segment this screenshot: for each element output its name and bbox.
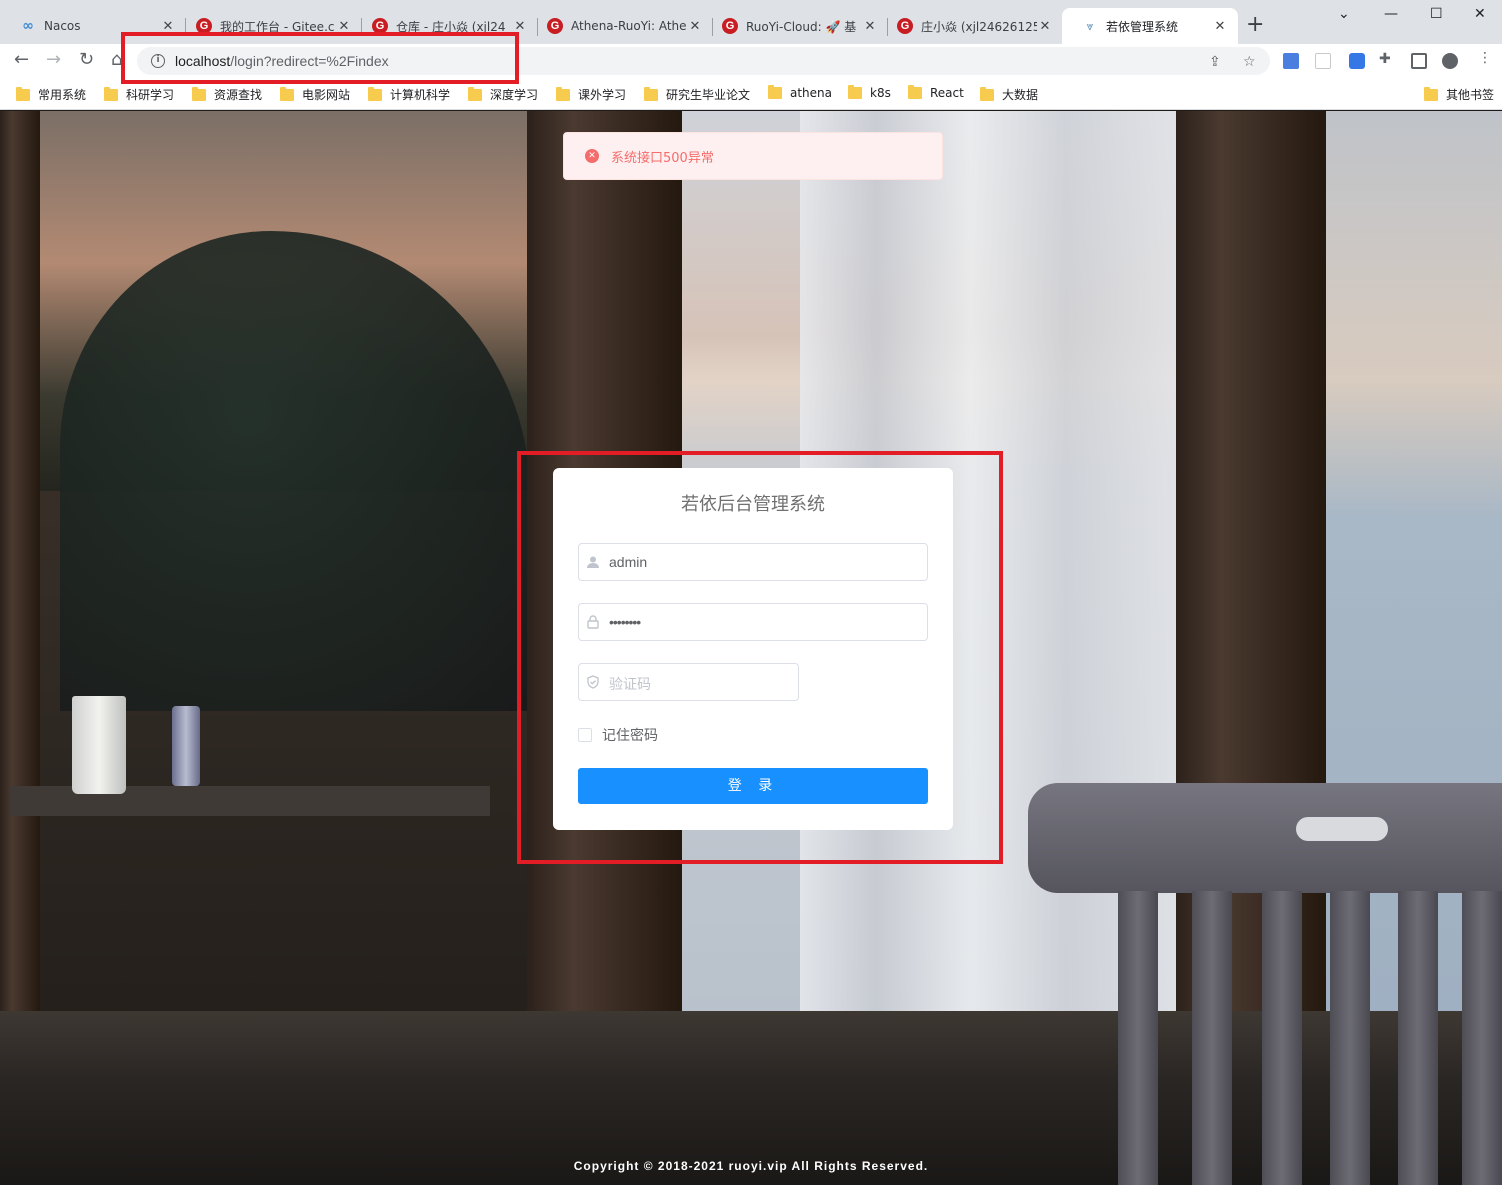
close-icon[interactable]: ✕ <box>1037 19 1053 34</box>
folder-icon <box>280 86 294 101</box>
folder-icon <box>980 86 994 101</box>
close-icon[interactable]: ✕ <box>862 19 878 34</box>
background-photo-chair-slat <box>1192 891 1232 1185</box>
tab-ruoyi-cloud[interactable]: G RuoYi-Cloud: 🚀 基 ✕ <box>702 8 888 44</box>
bookmark-folder[interactable]: React <box>908 85 964 100</box>
background-photo-chair-slat <box>1262 891 1302 1185</box>
bookmark-folder[interactable]: k8s <box>848 85 891 100</box>
tab-title: Athena-RuoYi: Athe <box>571 19 687 33</box>
background-photo-chair <box>1028 783 1502 893</box>
notification-extension-icon[interactable] <box>1349 53 1365 69</box>
bookmark-folder[interactable]: 课外学习 <box>556 86 626 103</box>
folder-icon <box>644 86 658 101</box>
bookmark-star-icon[interactable]: ☆ <box>1243 54 1256 70</box>
bookmark-folder[interactable]: athena <box>768 85 832 100</box>
folder-icon <box>848 85 862 99</box>
annotation-box-login <box>517 451 1003 864</box>
translate-extension-icon[interactable] <box>1283 53 1299 69</box>
tab-search-icon[interactable]: ⌄ <box>1338 6 1350 22</box>
tab-title: RuoYi-Cloud: 🚀 基 <box>746 19 857 34</box>
back-icon[interactable]: ← <box>14 50 29 70</box>
close-icon[interactable]: ✕ <box>687 19 703 34</box>
side-panel-icon[interactable] <box>1411 53 1427 69</box>
folder-icon <box>192 86 206 101</box>
folder-icon <box>556 86 570 101</box>
bookmark-folder[interactable]: 科研学习 <box>104 86 174 103</box>
tab-athena-ruoyi[interactable]: G Athena-RuoYi: Athe ✕ <box>527 8 713 44</box>
gitee-icon: G <box>897 18 913 34</box>
minimize-button[interactable]: — <box>1384 6 1398 22</box>
background-photo-bottle <box>172 706 200 786</box>
tab-gitee-user[interactable]: G 庄小焱 (xjl24626125 ✕ <box>877 8 1063 44</box>
error-message: ✕ 系统接口500异常 <box>563 132 943 180</box>
close-icon[interactable]: ✕ <box>1212 19 1228 34</box>
copyright-footer: Copyright © 2018-2021 ruoyi.vip All Righ… <box>573 1159 929 1173</box>
puzzle-extensions-icon[interactable]: ✚ <box>1379 51 1395 67</box>
background-photo-cup <box>72 696 126 794</box>
bookmark-folder[interactable]: 大数据 <box>980 86 1038 103</box>
profile-avatar-icon[interactable] <box>1442 53 1458 69</box>
bookmark-folder[interactable]: 常用系统 <box>16 86 86 103</box>
bookmark-folder[interactable]: 计算机科学 <box>368 86 450 103</box>
reload-icon[interactable]: ↻ <box>79 50 94 70</box>
error-circle-icon: ✕ <box>585 149 599 163</box>
maximize-button[interactable]: ☐ <box>1430 6 1443 22</box>
bookmark-folder[interactable]: 研究生毕业论文 <box>644 86 750 103</box>
tab-ruoyi-active[interactable]: ⩔ 若依管理系统 ✕ <box>1062 8 1238 44</box>
folder-icon <box>16 86 30 101</box>
background-photo-post <box>0 111 40 1071</box>
ruoyi-icon: ⩔ <box>1086 18 1094 33</box>
menu-kebab-icon[interactable]: ⋮ <box>1478 50 1494 66</box>
close-window-button[interactable]: ✕ <box>1474 6 1486 22</box>
gitee-icon: G <box>547 18 563 34</box>
share-icon[interactable]: ⇪ <box>1209 54 1221 70</box>
background-photo-chair-slat <box>1118 891 1158 1185</box>
annotation-box-url <box>121 32 519 84</box>
error-message-text: 系统接口500异常 <box>611 150 714 166</box>
folder-icon <box>768 85 782 99</box>
folder-icon <box>908 85 922 99</box>
background-photo-chair-slat <box>1462 891 1502 1185</box>
gitee-icon: G <box>722 18 738 34</box>
folder-icon <box>104 86 118 101</box>
folder-icon <box>368 86 382 101</box>
background-photo-chair-slat <box>1330 891 1370 1185</box>
folder-icon <box>468 86 482 101</box>
bookmark-folder[interactable]: 电影网站 <box>280 86 350 103</box>
nacos-icon: ∞ <box>22 18 34 34</box>
tab-title: 庄小焱 (xjl24626125 <box>921 19 1037 34</box>
bookmark-folder[interactable]: 资源查找 <box>192 86 262 103</box>
new-tab-button[interactable]: + <box>1246 14 1264 36</box>
tab-title: Nacos <box>44 19 81 33</box>
extension-icon[interactable] <box>1315 53 1331 69</box>
folder-icon <box>1424 86 1438 101</box>
bookmark-folder[interactable]: 深度学习 <box>468 86 538 103</box>
background-photo-chair-handle <box>1296 817 1388 841</box>
tab-title: 若依管理系统 <box>1106 19 1179 34</box>
other-bookmarks-folder[interactable]: 其他书签 <box>1424 86 1494 103</box>
forward-icon[interactable]: → <box>46 50 61 70</box>
background-photo-chair-slat <box>1398 891 1438 1185</box>
